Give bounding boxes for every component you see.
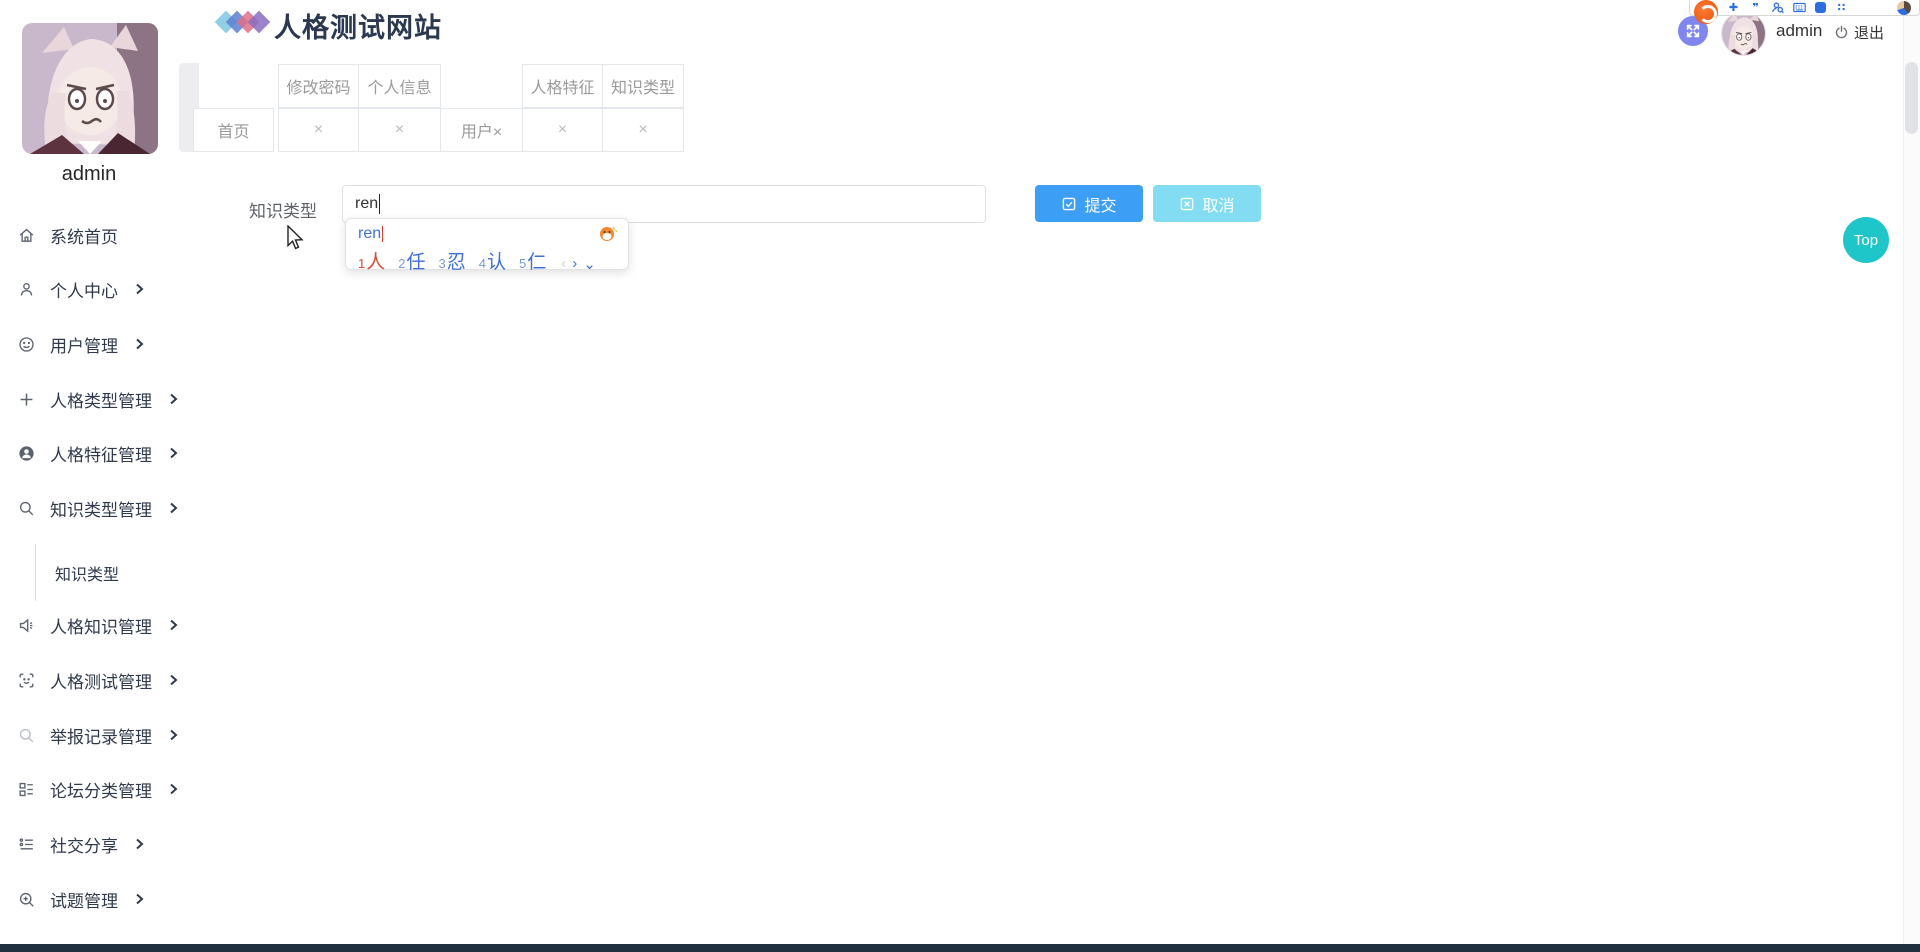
ime-candidate-5[interactable]: 5仁: [519, 247, 546, 274]
submit-check-icon: [1061, 196, 1077, 212]
submit-button[interactable]: 提交: [1035, 185, 1143, 222]
tab-close-button[interactable]: ×: [358, 108, 441, 152]
tab-user[interactable]: 用户×: [440, 108, 523, 152]
sidebar-item-system-home[interactable]: 系统首页: [16, 221, 118, 249]
home-icon: [16, 225, 36, 245]
submenu-indent-line: [35, 544, 36, 601]
ime-candidate-2[interactable]: 2任: [398, 247, 425, 274]
text-caret: [379, 194, 380, 214]
chevron-right-icon: [133, 338, 145, 350]
square-extension-icon[interactable]: [1815, 2, 1826, 13]
header-avatar[interactable]: [1721, 11, 1766, 56]
zoom-plus-icon: [16, 889, 36, 909]
chevron-right-icon: [133, 838, 145, 850]
ime-candidate-4[interactable]: 4认: [479, 247, 506, 274]
quote-extension-icon[interactable]: ❞: [1749, 1, 1762, 14]
scrollbar-thumb[interactable]: [1905, 62, 1918, 134]
sidebar-item-knowledge-type-management[interactable]: 知识类型管理: [16, 494, 179, 522]
tab-personality-trait[interactable]: 人格特征: [522, 64, 603, 108]
sidebar-item-question-management[interactable]: 试题管理: [16, 885, 145, 913]
browser-extension-strip: ✚ ❞ ∷: [1689, 0, 1920, 16]
ime-next-page-button[interactable]: ›: [572, 255, 577, 272]
sogou-logo-icon[interactable]: [1694, 0, 1718, 24]
chevron-right-icon: [167, 447, 179, 459]
page-title: 人格测试网站: [274, 6, 442, 45]
sidebar-subitem-knowledge-type[interactable]: 知识类型: [55, 561, 119, 585]
keyboard-extension-icon[interactable]: [1793, 1, 1806, 14]
sidebar-item-user-management[interactable]: 用户管理: [16, 330, 145, 358]
ime-candidate-3[interactable]: 3忍: [439, 247, 466, 274]
fullscreen-arrows-icon: [1685, 23, 1701, 39]
logout-label: 退出: [1854, 22, 1884, 43]
tab-close-button[interactable]: ×: [602, 108, 684, 152]
power-icon: [1834, 25, 1849, 40]
back-to-top-button[interactable]: Top: [1843, 217, 1889, 263]
sidebar-item-personality-knowledge-management[interactable]: 人格知识管理: [16, 611, 179, 639]
sidebar-item-personality-trait-management[interactable]: 人格特征管理: [16, 439, 179, 467]
chevron-right-icon: [133, 893, 145, 905]
list-icon: [16, 834, 36, 854]
knowledge-type-label: 知识类型: [249, 197, 317, 222]
user-icon: [16, 279, 36, 299]
dots-extension-icon[interactable]: ∷: [1835, 1, 1848, 14]
tab-personal-info[interactable]: 个人信息: [358, 64, 441, 108]
chevron-right-icon: [167, 783, 179, 795]
sidebar-item-social-share[interactable]: 社交分享: [16, 830, 145, 858]
browser-profile-avatar[interactable]: [1897, 1, 1911, 15]
sidebar-username: admin: [0, 163, 178, 186]
ime-composition: ren: [358, 225, 381, 243]
ime-mascot-icon: [598, 224, 618, 242]
scrollbar-track[interactable]: [1903, 0, 1920, 952]
avatar: [22, 23, 158, 154]
chevron-right-icon: [167, 393, 179, 405]
smiley-icon: [16, 334, 36, 354]
chevron-right-icon: [167, 729, 179, 741]
tab-knowledge-type[interactable]: 知识类型: [602, 64, 684, 108]
face-scan-icon: [16, 670, 36, 690]
tab-home[interactable]: 首页: [193, 108, 274, 152]
bottom-dark-bar: [0, 944, 1920, 952]
chevron-right-icon: [167, 502, 179, 514]
plus-extension-icon[interactable]: ✚: [1727, 1, 1740, 14]
ime-candidate-1[interactable]: 1人: [358, 247, 385, 274]
cancel-button[interactable]: 取消: [1153, 185, 1261, 222]
header-username: admin: [1776, 21, 1822, 41]
sidebar-item-forum-category-management[interactable]: 论坛分类管理: [16, 775, 179, 803]
sidebar-item-report-record-management[interactable]: 举报记录管理: [16, 721, 179, 749]
chevron-right-icon: [167, 674, 179, 686]
tab-change-password[interactable]: 修改密码: [278, 64, 359, 108]
ime-candidate-window[interactable]: ren 1人 2任 3忍 4认 5仁 ‹ › ⌄: [345, 218, 629, 270]
user-search-extension-icon[interactable]: [1771, 1, 1784, 14]
speaker-icon: [16, 615, 36, 635]
plus-icon: [16, 389, 36, 409]
sidebar-item-personal-center[interactable]: 个人中心: [16, 275, 145, 303]
chevron-right-icon: [167, 619, 179, 631]
sidebar-item-personality-type-management[interactable]: 人格类型管理: [16, 385, 179, 413]
site-logo-icon: [218, 10, 270, 36]
tab-close-button[interactable]: ×: [522, 108, 603, 152]
tab-close-button[interactable]: ×: [278, 108, 359, 152]
logout-button[interactable]: 退出: [1834, 22, 1884, 43]
cancel-x-icon: [1179, 196, 1195, 212]
mouse-cursor: [287, 225, 304, 251]
ime-caret: [382, 226, 383, 242]
chevron-right-icon: [133, 283, 145, 295]
org-icon: [16, 779, 36, 799]
user-solid-icon: [16, 443, 36, 463]
input-value: ren: [355, 195, 378, 213]
search-icon: [16, 498, 36, 518]
sidebar-item-personality-test-management[interactable]: 人格测试管理: [16, 666, 179, 694]
ime-prev-page-button[interactable]: ‹: [561, 255, 566, 272]
ime-expand-button[interactable]: ⌄: [583, 255, 596, 273]
search-light-icon: [16, 725, 36, 745]
